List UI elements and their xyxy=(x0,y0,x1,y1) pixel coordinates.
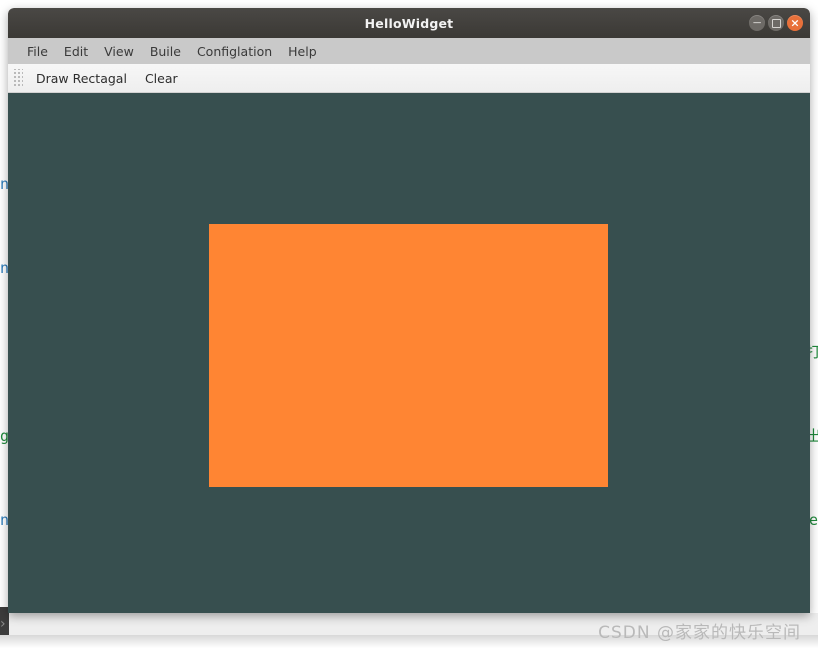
draw-rectangle-button[interactable]: Draw Rectagal xyxy=(27,68,136,89)
csdn-watermark: CSDN @家家的快乐空间 xyxy=(598,623,801,643)
window-title: HelloWidget xyxy=(364,15,454,31)
drawn-rectangle-shape xyxy=(209,224,608,487)
close-icon: × xyxy=(790,16,800,29)
maximize-button[interactable] xyxy=(768,15,784,31)
application-window: HelloWidget − × File Edit View Buile Con… xyxy=(8,8,810,613)
menu-item-help[interactable]: Help xyxy=(280,41,325,62)
minimize-icon: − xyxy=(751,15,763,30)
drawing-canvas[interactable] xyxy=(8,93,810,613)
tool-bar: Draw Rectagal Clear xyxy=(8,64,810,93)
title-bar[interactable]: HelloWidget − × xyxy=(8,8,810,38)
menu-item-file[interactable]: File xyxy=(19,41,56,62)
minimize-button[interactable]: − xyxy=(749,15,765,31)
clear-button[interactable]: Clear xyxy=(136,68,187,89)
chevron-right-icon[interactable]: › xyxy=(0,615,9,633)
close-button[interactable]: × xyxy=(787,15,803,31)
window-controls: − × xyxy=(749,8,803,38)
menu-item-view[interactable]: View xyxy=(96,41,142,62)
maximize-icon xyxy=(771,18,781,28)
toolbar-drag-handle[interactable] xyxy=(12,69,23,87)
menu-bar: File Edit View Buile Configlation Help xyxy=(8,38,810,64)
menu-item-edit[interactable]: Edit xyxy=(56,41,96,62)
menu-item-configuration[interactable]: Configlation xyxy=(189,41,280,62)
menu-item-build[interactable]: Buile xyxy=(142,41,189,62)
